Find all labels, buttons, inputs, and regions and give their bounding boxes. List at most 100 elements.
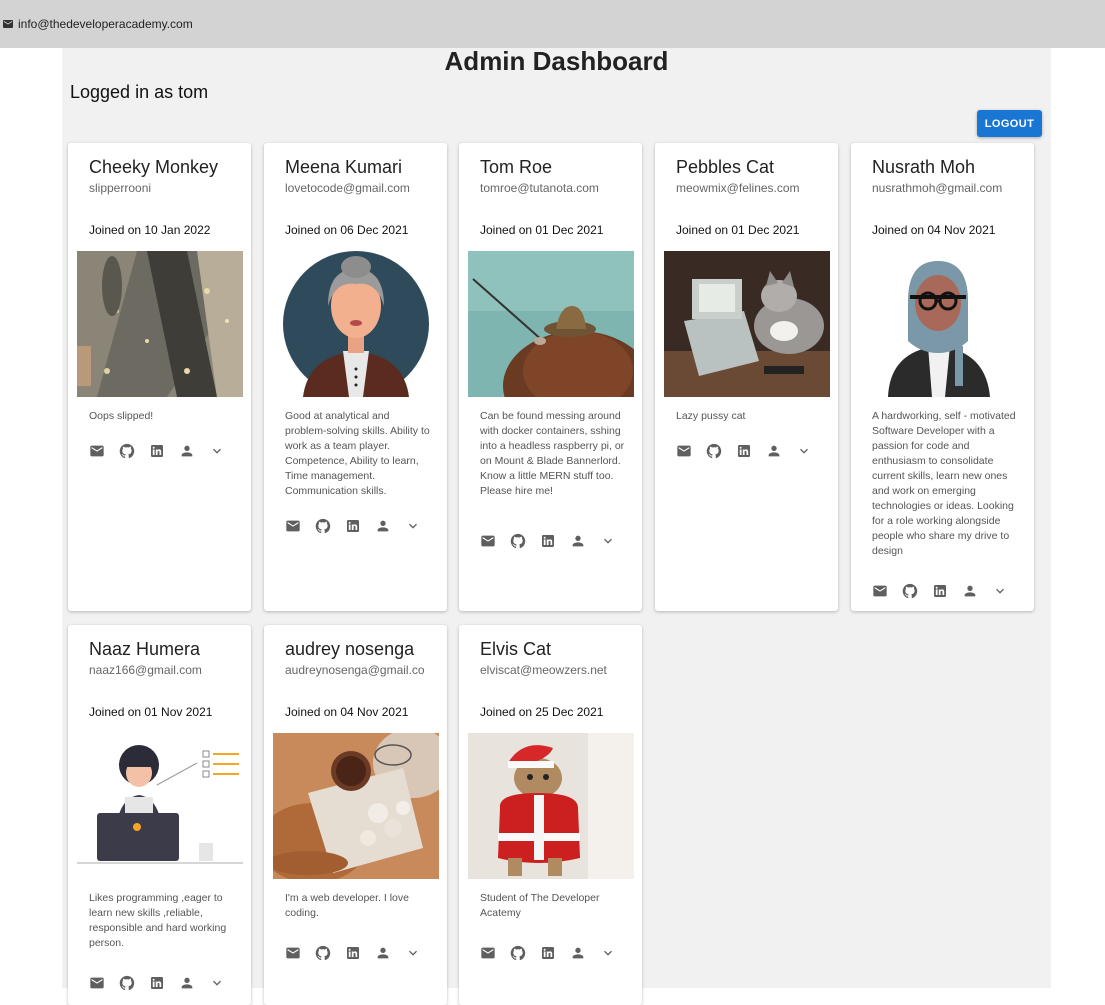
person-icon[interactable] [375,945,391,961]
join-date: Joined on 04 Nov 2021 [872,223,996,237]
user-email: nusrathmoh@gmail.com [872,181,1003,195]
user-email: tomroe@tutanota.com [480,181,599,195]
join-date: Joined on 25 Dec 2021 [480,705,604,719]
user-email: elviscat@meowzers.net [480,663,607,677]
user-email: slipperrooni [89,181,152,195]
card-actions [285,518,435,534]
linkedin-icon[interactable] [932,583,948,599]
contact-email[interactable]: info@thedeveloperacademy.com [2,17,193,31]
user-card: audrey nosenga audreynosenga@gmail.co Jo… [264,625,447,1005]
linkedin-icon[interactable] [540,945,556,961]
github-icon[interactable] [315,518,331,534]
card-actions [89,443,239,459]
email-icon[interactable] [89,443,105,459]
user-card: Naaz Humera naaz166@gmail.com Joined on … [68,625,251,1005]
person-icon[interactable] [179,975,195,991]
github-icon[interactable] [119,443,135,459]
email-icon[interactable] [285,945,301,961]
linkedin-icon[interactable] [345,518,361,534]
logout-button[interactable]: LOGOUT [977,110,1042,137]
email-icon[interactable] [676,443,692,459]
github-icon[interactable] [315,945,331,961]
email-icon[interactable] [480,533,496,549]
cat-computer-photo [664,251,830,397]
person-icon[interactable] [375,518,391,534]
github-icon[interactable] [902,583,918,599]
user-bio: I'm a web developer. I love coding. [285,892,409,919]
user-name: Cheeky Monkey [89,157,219,177]
user-bio: Can be found messing around with docker … [480,410,625,497]
linkedin-icon[interactable] [540,533,556,549]
logged-in-status: Logged in as tom [70,82,209,102]
chevron-down-icon[interactable] [405,518,421,534]
github-icon[interactable] [706,443,722,459]
user-name: audrey nosenga [285,639,415,659]
user-card: Nusrath Moh nusrathmoh@gmail.com Joined … [851,143,1034,611]
linkedin-icon[interactable] [736,443,752,459]
page-title: Admin Dashboard [444,46,669,76]
linkedin-icon[interactable] [345,945,361,961]
user-bio: Likes programming ,eager to learn new sk… [89,892,227,949]
user-email: meowmix@felines.com [676,181,800,195]
chevron-down-icon[interactable] [209,975,225,991]
linkedin-icon[interactable] [149,443,165,459]
mail-icon [3,20,13,28]
card-actions [480,533,630,549]
user-bio: Student of The Developer Acatemy [480,892,600,919]
chevron-down-icon[interactable] [600,945,616,961]
person-icon[interactable] [962,583,978,599]
user-name: Nusrath Moh [872,157,976,177]
hijab-avatar-illustration [860,251,1026,397]
santa-cat-photo [468,733,634,879]
email-icon[interactable] [872,583,888,599]
join-date: Joined on 06 Dec 2021 [285,223,409,237]
user-name: Tom Roe [480,157,553,177]
person-icon[interactable] [766,443,782,459]
chevron-down-icon[interactable] [992,583,1008,599]
user-bio: Oops slipped! [89,410,154,422]
github-icon[interactable] [510,533,526,549]
user-card: Elvis Cat elviscat@meowzers.net Joined o… [459,625,642,1005]
github-icon[interactable] [119,975,135,991]
user-name: Meena Kumari [285,157,403,177]
user-bio: A hardworking, self - motivated Software… [872,410,1016,557]
linkedin-icon[interactable] [149,975,165,991]
user-card: Cheeky Monkey slipperrooni Joined on 10 … [68,143,251,611]
contact-email-text: info@thedeveloperacademy.com [18,17,193,31]
github-icon[interactable] [510,945,526,961]
user-name: Elvis Cat [480,639,552,659]
person-icon[interactable] [570,945,586,961]
user-card: Tom Roe tomroe@tutanota.com Joined on 01… [459,143,642,611]
user-bio: Lazy pussy cat [676,410,746,422]
user-card: Meena Kumari lovetocode@gmail.com Joined… [264,143,447,611]
card-actions [285,945,435,961]
chevron-down-icon[interactable] [796,443,812,459]
dog-fishing-photo [468,251,634,397]
join-date: Joined on 01 Dec 2021 [676,223,800,237]
join-date: Joined on 01 Nov 2021 [89,705,213,719]
user-name: Naaz Humera [89,639,201,659]
top-bar: info@thedeveloperacademy.com [0,0,1105,48]
coffee-flowers-photo [273,733,439,879]
email-icon[interactable] [480,945,496,961]
chevron-down-icon[interactable] [600,533,616,549]
chevron-down-icon[interactable] [209,443,225,459]
card-actions [872,583,1022,599]
chevron-down-icon[interactable] [405,945,421,961]
main-content: Admin Dashboard Logged in as tom LOGOUT … [62,46,1051,1005]
card-actions [480,945,630,961]
email-icon[interactable] [285,518,301,534]
join-date: Joined on 01 Dec 2021 [480,223,604,237]
user-email: lovetocode@gmail.com [285,181,410,195]
wet-sidewalk-photo [77,251,243,397]
email-icon[interactable] [89,975,105,991]
person-icon[interactable] [179,443,195,459]
join-date: Joined on 04 Nov 2021 [285,705,409,719]
user-bio: Good at analytical and problem-solving s… [285,410,430,497]
person-icon[interactable] [570,533,586,549]
card-actions [676,443,826,459]
join-date: Joined on 10 Jan 2022 [89,223,211,237]
user-name: Pebbles Cat [676,157,775,177]
user-email: naaz166@gmail.com [89,663,202,677]
user-card: Pebbles Cat meowmix@felines.com Joined o… [655,143,838,611]
